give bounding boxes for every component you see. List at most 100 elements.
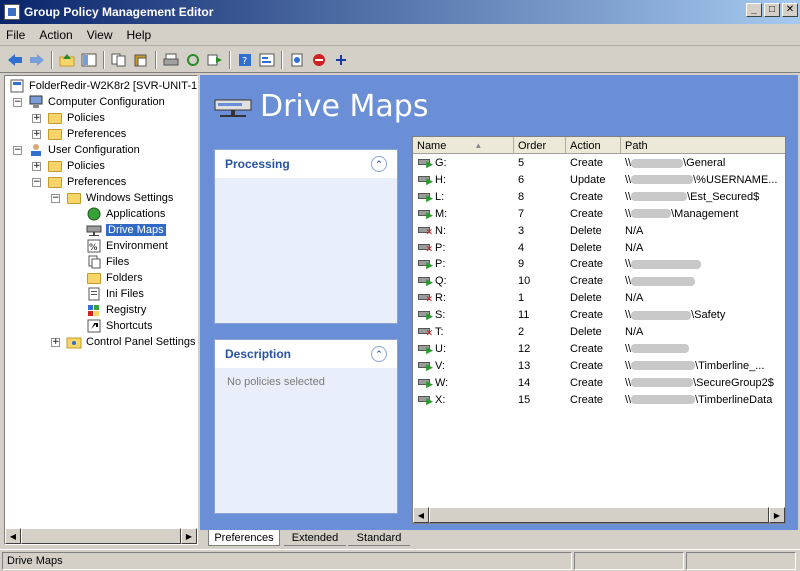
tree-item-registry[interactable]: Registry [86,302,146,318]
back-icon[interactable] [4,49,26,71]
tree-item-shortcuts[interactable]: Shortcuts [86,318,152,334]
tab-preferences[interactable]: Preferences [208,530,280,546]
folder-icon [47,159,63,173]
expand-icon[interactable]: + [32,113,41,123]
refresh-icon[interactable] [182,49,204,71]
paste-icon[interactable] [130,49,152,71]
collapse-icon[interactable]: − [13,145,22,155]
tab-standard[interactable]: Standard [348,530,410,546]
table-row[interactable]: ▶ H: 6 Update \\ \%USERNAME... [413,172,785,188]
column-order[interactable]: Order [514,137,566,154]
maximize-button[interactable]: □ [764,3,780,17]
add-icon[interactable] [330,49,352,71]
tree-item-user-configuration[interactable]: − User Configuration [13,142,140,158]
expand-icon[interactable]: + [32,161,41,171]
path-cell: \\ \SecureGroup2$ [625,376,774,389]
copy-icon[interactable] [108,49,130,71]
scroll-right-icon[interactable]: ▶ [181,528,197,544]
table-row[interactable]: ✕ N: 3 Delete N/A [413,223,785,239]
toolbar: ? [0,47,800,73]
collapse-icon[interactable]: − [13,97,22,107]
close-button[interactable]: ✕ [782,3,798,17]
scroll-right-icon[interactable]: ▶ [769,507,785,523]
new-item-icon[interactable] [286,49,308,71]
menu-file[interactable]: File [6,28,25,42]
collapse-chevron-icon[interactable]: ⌃ [371,346,387,362]
collapse-chevron-icon[interactable]: ⌃ [371,156,387,172]
menu-help[interactable]: Help [127,28,152,42]
svg-text:%: % [89,243,98,253]
table-row[interactable]: ▶ P: 9 Create \\ [413,256,785,272]
action-cell: Delete [570,224,602,237]
tab-extended[interactable]: Extended [284,530,346,546]
tree-item-folders[interactable]: Folders [86,270,143,286]
forward-icon[interactable] [26,49,48,71]
tree-item-environment[interactable]: % Environment [86,238,168,254]
menu-action[interactable]: Action [39,28,72,42]
redacted-text [631,378,694,388]
list-horizontal-scrollbar[interactable]: ◀ ▶ [413,507,785,523]
tree-item-drive-maps[interactable]: Drive Maps [86,222,166,238]
drive-letter: G: [435,157,447,169]
minimize-button[interactable]: _ [746,3,762,17]
tree-horizontal-scrollbar[interactable]: ◀ ▶ [5,528,197,544]
table-row[interactable]: ✕ T: 2 Delete N/A [413,324,785,340]
tree-root[interactable]: FolderRedir-W2K8r2 [SVR-UNIT-1. [9,78,197,94]
tree-label: Applications [106,208,166,220]
column-action[interactable]: Action [566,137,621,154]
drive-delete-icon: ✕ [417,292,433,304]
table-row[interactable]: ▶ L: 8 Create \\ \Est_Secured$ [413,189,785,205]
expand-icon[interactable]: + [51,337,60,347]
tree-item-applications[interactable]: Applications [86,206,165,222]
table-row[interactable]: ✕ R: 1 Delete N/A [413,290,785,306]
table-row[interactable]: ▶ U: 12 Create \\ [413,341,785,357]
action-cell: Create [570,342,604,355]
tree-item-ini-files[interactable]: Ini Files [86,286,144,302]
collapse-icon[interactable]: − [32,177,41,187]
description-heading: Description [225,347,292,361]
redacted-text [631,344,690,354]
table-row[interactable]: ▶ G: 5 Create \\ \General [413,155,785,171]
properties-icon[interactable] [256,49,278,71]
table-row[interactable]: ▶ V: 13 Create \\ \Timberline_... [413,358,785,374]
print-icon[interactable] [160,49,182,71]
collapse-icon[interactable]: − [51,193,60,203]
tree-item-computer-policies[interactable]: + Policies [32,110,105,126]
column-path[interactable]: Path [621,137,785,154]
column-name[interactable]: Name ▲ [413,137,514,154]
stop-icon[interactable] [308,49,330,71]
table-row[interactable]: ▶ W: 14 Create \\ \SecureGroup2$ [413,375,785,391]
tree-item-user-preferences[interactable]: − Preferences [32,174,126,190]
table-row[interactable]: ▶ X: 15 Create \\ \TimberlineData [413,392,785,408]
tree-label: Windows Settings [86,192,174,204]
export-icon[interactable] [204,49,226,71]
action-cell: Update [570,173,606,186]
tree-item-control-panel-settings[interactable]: + Control Panel Settings [51,334,195,350]
scroll-left-icon[interactable]: ◀ [413,507,429,523]
scroll-left-icon[interactable]: ◀ [5,528,21,544]
expand-icon[interactable]: + [32,129,41,139]
table-row[interactable]: ▶ Q: 10 Create \\ [413,273,785,289]
table-row[interactable]: ▶ M: 7 Create \\ \Management [413,206,785,222]
action-cell: Create [570,157,604,169]
scroll-thumb[interactable] [21,528,181,544]
order-cell: 11 [518,309,530,322]
path-cell: \\ \Safety [625,309,726,322]
redacted-text [631,158,684,168]
tree-item-windows-settings[interactable]: − Windows Settings [51,190,173,206]
table-row[interactable]: ✕ P: 4 Delete N/A [413,240,785,256]
show-hide-tree-icon[interactable] [78,49,100,71]
status-pane [686,551,796,570]
menu-view[interactable]: View [87,28,113,42]
tree-item-computer-configuration[interactable]: − Computer Configuration [13,94,165,110]
tree-item-files[interactable]: Files [86,254,129,270]
path-cell: \\ \Timberline_... [625,359,765,372]
tree-item-user-policies[interactable]: + Policies [32,158,105,174]
drive-letter: X: [435,393,446,406]
help-icon[interactable]: ? [234,49,256,71]
tree-item-computer-preferences[interactable]: + Preferences [32,126,126,142]
scroll-thumb[interactable] [429,507,769,523]
order-cell: 1 [518,292,525,305]
table-row[interactable]: ▶ S: 11 Create \\ \Safety [413,307,785,323]
up-folder-icon[interactable] [56,49,78,71]
